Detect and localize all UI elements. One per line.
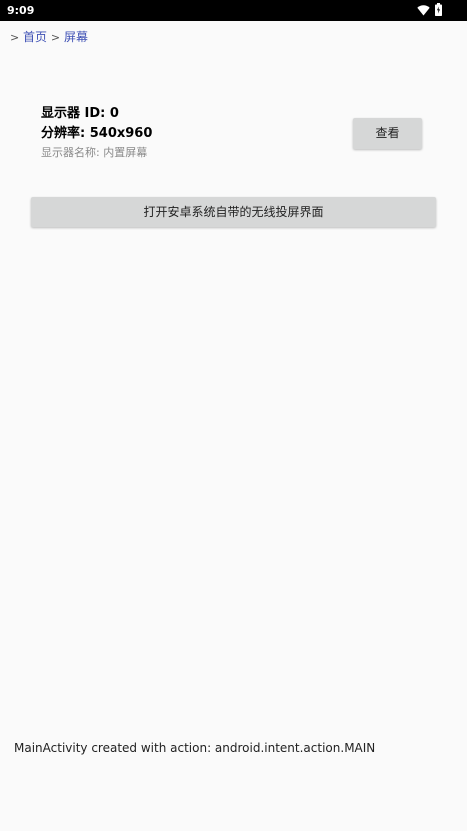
breadcrumb: > 首页 > 屏幕 — [10, 28, 88, 46]
open-wireless-cast-button[interactable]: 打开安卓系统自带的无线投屏界面 — [31, 197, 436, 227]
status-bar: 9:09 — [0, 0, 467, 21]
status-time: 9:09 — [7, 4, 35, 17]
app-screen: 9:09 > 首页 > 屏幕 显示器 ID: 0 分辨率: 540x960 显示… — [0, 0, 467, 831]
breadcrumb-separator: > — [50, 31, 61, 44]
display-resolution: 分辨率: 540x960 — [41, 126, 153, 141]
breadcrumb-separator: > — [10, 31, 20, 44]
wifi-icon — [417, 5, 430, 16]
view-button[interactable]: 查看 — [353, 118, 422, 149]
display-name: 显示器名称: 内置屏幕 — [41, 146, 148, 159]
breadcrumb-screen-link[interactable]: 屏幕 — [64, 30, 88, 44]
activity-log-text: MainActivity created with action: androi… — [14, 741, 376, 755]
display-info: 显示器 ID: 0 分辨率: 540x960 显示器名称: 内置屏幕 — [41, 104, 152, 161]
breadcrumb-home-link[interactable]: 首页 — [23, 30, 47, 44]
display-id: 显示器 ID: 0 — [41, 106, 119, 121]
battery-icon — [435, 3, 442, 16]
